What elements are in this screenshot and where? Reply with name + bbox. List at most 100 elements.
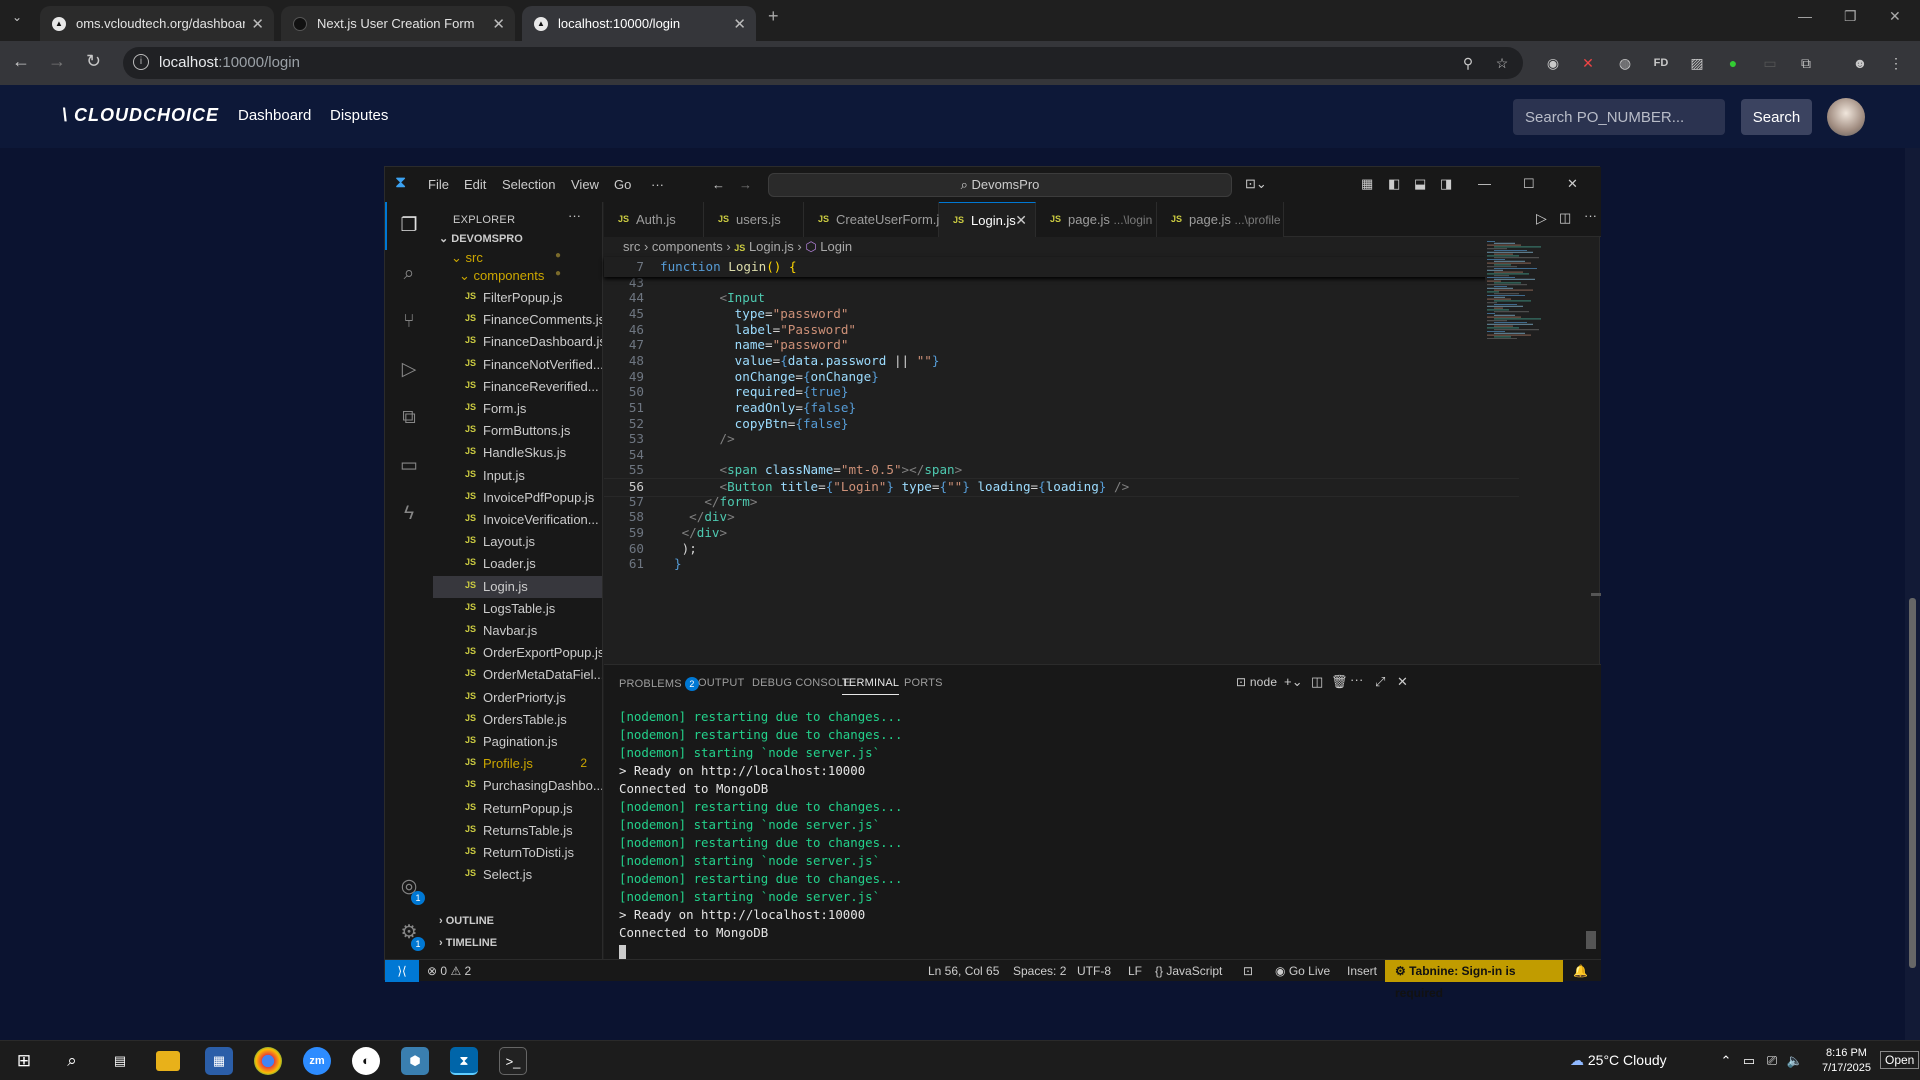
file-item[interactable]: JS Loader.js (433, 553, 602, 575)
editor-scrollbar[interactable] (1591, 593, 1601, 596)
breadcrumb-item[interactable]: src (623, 239, 640, 254)
nav-dashboard[interactable]: Dashboard (238, 107, 311, 124)
extension-icon[interactable]: ▨ (1687, 53, 1707, 73)
extension-icon[interactable]: ✕ (1578, 53, 1598, 73)
encoding[interactable]: UTF-8 (1077, 964, 1111, 978)
profile-avatar-icon[interactable]: ☻ (1850, 53, 1870, 73)
file-item[interactable]: JS FinanceReverified... (433, 376, 602, 398)
remote-indicator-icon[interactable]: ⟩⟨ (385, 960, 419, 982)
cursor-position[interactable]: Ln 56, Col 65 (928, 964, 999, 978)
volume-icon[interactable]: 🔈 (1781, 1047, 1809, 1075)
problems-status[interactable]: ⊗ 0 ⚠ 2 (427, 964, 471, 978)
zoom-icon[interactable]: ⚲ (1458, 53, 1478, 73)
avatar[interactable] (1827, 98, 1865, 136)
tabnine-status[interactable]: ⚙ Tabnine: Sign-in is required (1385, 960, 1563, 1000)
file-item[interactable]: JS Select.js (433, 864, 602, 886)
kill-terminal-icon[interactable]: 🗑 (1331, 674, 1348, 690)
extension-icon[interactable]: ● (1723, 53, 1743, 73)
command-center[interactable]: ⌕ DevomsPro (768, 173, 1232, 197)
more-actions-icon[interactable]: ··· (1584, 208, 1597, 223)
menu-more[interactable]: ··· (651, 177, 664, 192)
tab-output[interactable]: OUTPUT (698, 677, 744, 689)
logo[interactable]: \ CLOUDCHOICE (62, 105, 219, 126)
app-icon[interactable]: ◐ (352, 1047, 380, 1075)
nav-disputes[interactable]: Disputes (330, 107, 388, 124)
toggle-panel-icon[interactable]: ⬓ (1414, 176, 1426, 192)
chrome-icon[interactable] (254, 1047, 282, 1075)
bookmark-star-icon[interactable]: ☆ (1492, 53, 1512, 73)
menu-file[interactable]: File (428, 177, 449, 192)
editor-tab[interactable]: JS page.js ...\login (1036, 202, 1157, 237)
folder-components[interactable]: ⌄ components (459, 268, 544, 284)
file-item[interactable]: JS ReturnPopup.js (433, 798, 602, 820)
split-terminal-icon[interactable]: ◫ (1311, 674, 1323, 690)
zoom-app-icon[interactable]: zm (303, 1047, 331, 1075)
maximize-panel-icon[interactable]: ⤢ (1375, 674, 1386, 690)
site-info-icon[interactable]: i (133, 54, 149, 70)
toggle-sidebar-icon[interactable]: ◧ (1388, 176, 1400, 192)
tab-ports[interactable]: PORTS (904, 677, 943, 689)
file-item[interactable]: JS LogsTable.js (433, 598, 602, 620)
file-item[interactable]: JS OrdersTable.js (433, 709, 602, 731)
more-actions-icon[interactable]: ··· (1350, 672, 1364, 687)
close-icon[interactable]: ✕ (1015, 212, 1027, 229)
menu-view[interactable]: View (571, 177, 599, 192)
extension-icon[interactable]: ◍ (1615, 53, 1635, 73)
file-item[interactable]: JS Input.js (433, 465, 602, 487)
copilot-status-icon[interactable]: ⊡ (1243, 964, 1253, 978)
copilot-icon[interactable]: ⊡⌄ (1245, 176, 1267, 192)
file-item[interactable]: JS FinanceDashboard.js (433, 331, 602, 353)
toggle-secondary-sidebar-icon[interactable]: ◨ (1440, 176, 1452, 192)
file-item[interactable]: JS ReturnsTable.js (433, 820, 602, 842)
close-window-icon[interactable]: ✕ (1889, 8, 1901, 25)
breadcrumb-item[interactable]: Login.js (749, 239, 794, 254)
file-item[interactable]: JS Form.js (433, 398, 602, 420)
more-actions-icon[interactable]: ··· (568, 208, 581, 223)
forward-icon[interactable]: → (48, 51, 66, 72)
tab-problems[interactable]: PROBLEMS 2 (619, 677, 699, 691)
editor-tab[interactable]: JS users.js (704, 202, 804, 237)
file-explorer-icon[interactable] (156, 1051, 180, 1071)
code-line[interactable]: 61} (604, 556, 1519, 575)
weather-widget[interactable]: ☁ 25°C Cloudy (1570, 1052, 1667, 1069)
page-scrollbar[interactable] (1905, 148, 1920, 1040)
workspace-root[interactable]: ⌄ DEVOMSPRO (439, 232, 523, 245)
customize-layout-icon[interactable]: ▦ (1361, 176, 1373, 192)
nav-forward-icon[interactable]: → (739, 177, 752, 192)
run-debug-icon[interactable]: ▷ (397, 358, 421, 382)
close-icon[interactable]: ✕ (1567, 176, 1578, 192)
thunder-client-icon[interactable]: ϟ (397, 502, 421, 526)
file-item[interactable]: JS Navbar.js (433, 620, 602, 642)
vscode-taskbar-icon[interactable]: ⧗ (450, 1047, 478, 1075)
close-icon[interactable]: ✕ (251, 15, 264, 33)
notifications-bell-icon[interactable]: 🔔 (1573, 964, 1588, 978)
file-item[interactable]: JS InvoiceVerification... (433, 509, 602, 531)
overflow-label[interactable]: Open (1880, 1051, 1920, 1069)
browser-tab[interactable]: Next.js User Creation Form ✕ (281, 6, 515, 41)
new-tab-icon[interactable]: + (768, 6, 779, 27)
new-terminal-icon[interactable]: +⌄ (1284, 674, 1303, 690)
file-item[interactable]: JS FilterPopup.js (433, 287, 602, 309)
address-bar[interactable]: i localhost:10000/login (123, 47, 1523, 79)
tab-terminal[interactable]: TERMINAL (842, 677, 900, 695)
insert-mode[interactable]: Insert (1347, 964, 1377, 978)
breadcrumb-item[interactable]: Login (820, 239, 852, 254)
breadcrumb-item[interactable]: components (652, 239, 723, 254)
file-item[interactable]: JS Profile.js 2 (433, 753, 602, 775)
browser-tab[interactable]: ▲ oms.vcloudtech.org/dashboard ✕ (40, 6, 274, 41)
file-item[interactable]: JS ReturnToDisti.js (433, 842, 602, 864)
file-item[interactable]: JS FinanceComments.js (433, 309, 602, 331)
editor-tab[interactable]: JS page.js ...\profile (1157, 202, 1284, 237)
extensions-icon[interactable]: ⧉ (397, 406, 421, 430)
store-icon[interactable]: ▦ (205, 1047, 233, 1075)
sticky-scroll[interactable]: 7 function Login() { (604, 257, 1519, 277)
extension-icon[interactable]: ◉ (1543, 53, 1563, 73)
close-panel-icon[interactable]: ✕ (1397, 674, 1408, 690)
terminal-taskbar-icon[interactable]: >_ (499, 1047, 527, 1075)
file-item[interactable]: JS OrderPriorty.js (433, 687, 602, 709)
file-item[interactable]: JS OrderExportPopup.js (433, 642, 602, 664)
go-live[interactable]: ◉ Go Live (1275, 964, 1330, 978)
close-icon[interactable]: ✕ (492, 15, 505, 33)
explorer-icon[interactable]: ❐ (397, 214, 421, 238)
language-mode[interactable]: {} JavaScript (1155, 964, 1222, 978)
